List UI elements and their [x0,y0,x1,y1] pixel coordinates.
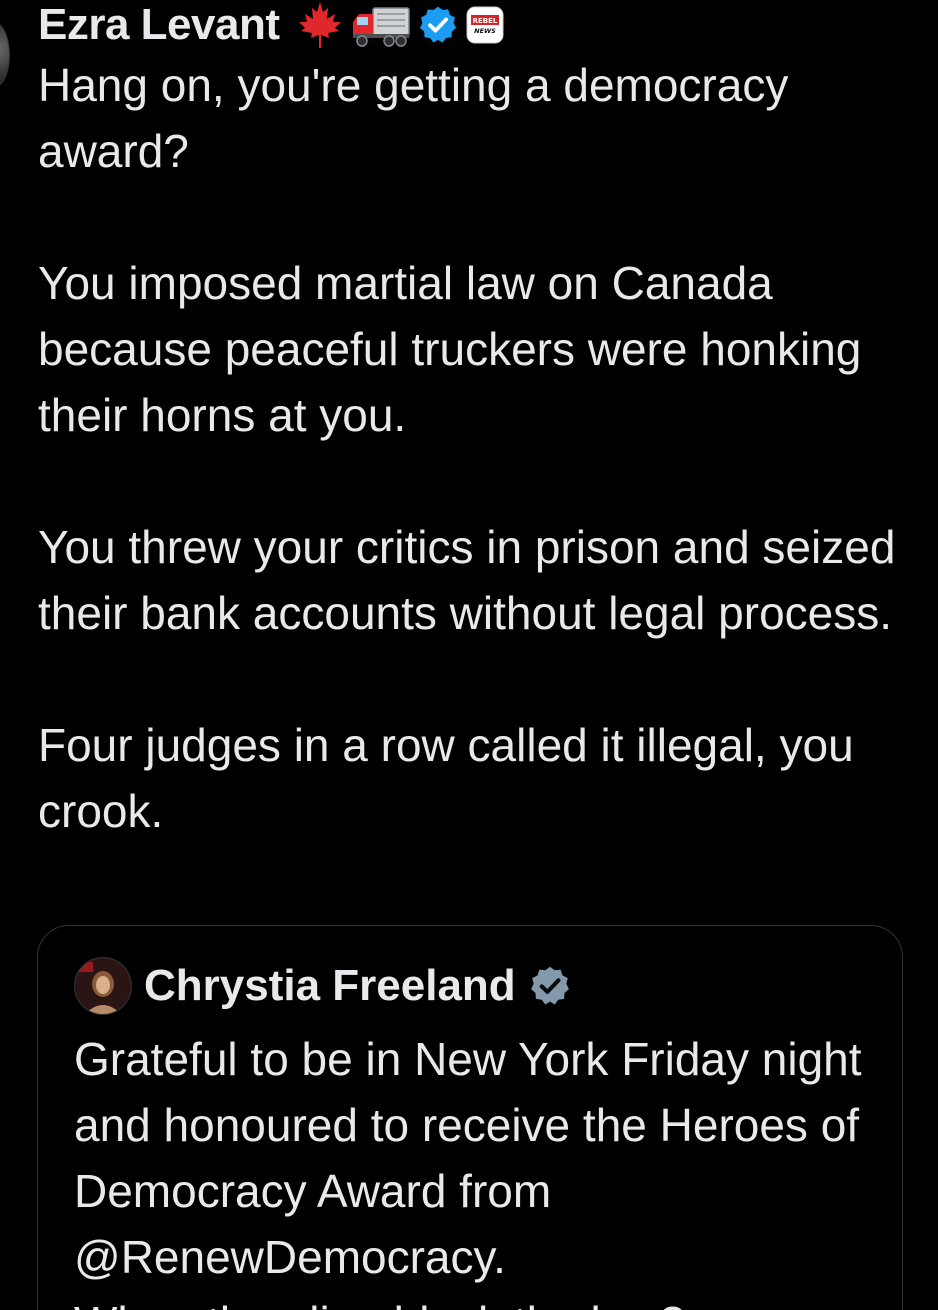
svg-text:REBEL: REBEL [473,17,498,25]
rebel-news-badge-icon[interactable]: REBEL NEWS [465,5,505,45]
truck-icon [351,2,411,48]
tweet-paragraph: Four judges in a row called it illegal, … [38,719,854,837]
quoted-author-name[interactable]: Chrystia Freeland [144,961,516,1011]
tweet-body: Hang on, you're getting a democracy awar… [38,52,908,844]
author-badges: REBEL NEWS [295,0,505,50]
quoted-tweet-text: Grateful to be in New York Friday night … [74,1033,862,1283]
quoted-tweet-next-line: When the alien block the law? [74,1297,685,1310]
author-avatar[interactable] [0,22,10,88]
tweet-paragraph: You imposed martial law on Canada becaus… [38,257,862,441]
verified-badge-gray-icon[interactable] [528,964,572,1008]
svg-text:NEWS: NEWS [475,27,497,35]
quoted-tweet-body: Grateful to be in New York Friday night … [74,1026,874,1310]
quoted-tweet-card[interactable]: Chrystia Freeland Grateful to be in New … [37,925,903,1310]
tweet-header: Ezra Levant REBEL NEWS [38,0,505,50]
quoted-tweet-header: Chrystia Freeland [74,956,572,1016]
maple-leaf-icon [295,0,345,50]
tweet-paragraph: Hang on, you're getting a democracy awar… [38,59,789,177]
quoted-author-avatar[interactable] [74,957,132,1015]
tweet-paragraph: You threw your critics in prison and sei… [38,521,896,639]
author-name[interactable]: Ezra Levant [38,0,280,50]
verified-badge-icon[interactable] [417,4,459,46]
